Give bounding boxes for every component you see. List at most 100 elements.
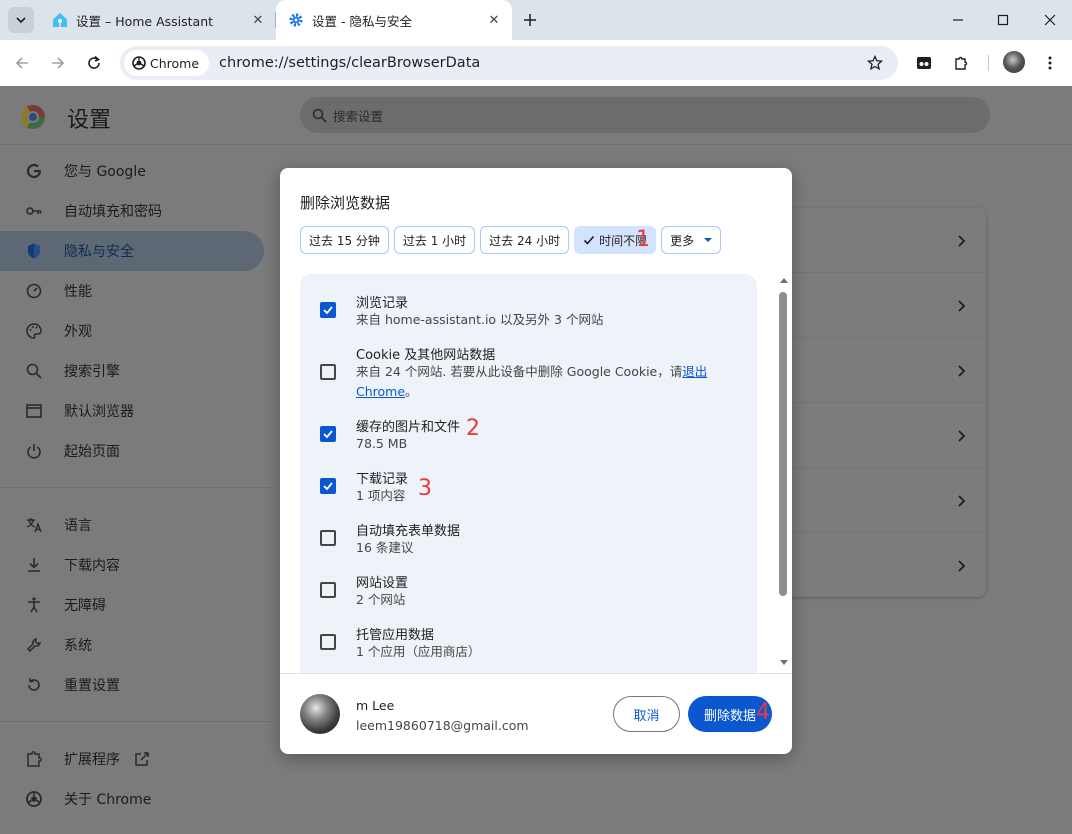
sidebar-divider — [0, 471, 270, 488]
clear-browsing-data-dialog: 删除浏览数据 过去 15 分钟 过去 1 小时 过去 24 小时 时间不限 更多… — [280, 168, 792, 754]
scroll-down-arrow-icon[interactable] — [780, 660, 788, 665]
close-icon[interactable]: ✕ — [250, 12, 266, 28]
key-icon — [24, 201, 44, 221]
sidebar-item-about[interactable]: 关于 Chrome — [0, 779, 270, 819]
sidebar-item-label: 自动填充和密码 — [64, 204, 162, 220]
item-title: 浏览记录 — [356, 296, 409, 311]
scroll-up-arrow-icon[interactable] — [780, 278, 788, 283]
checkbox-unchecked[interactable] — [320, 582, 336, 598]
site-info-chip[interactable]: Chrome — [124, 50, 210, 76]
chevron-right-icon[interactable] — [954, 429, 968, 443]
extension-app-icon — [917, 57, 931, 69]
item-title: 托管应用数据 — [356, 628, 435, 643]
tab-home-assistant[interactable]: 设置 – Home Assistant ✕ — [40, 0, 276, 40]
item-title: 缓存的图片和文件 — [356, 420, 461, 435]
chevron-right-icon[interactable] — [954, 364, 968, 378]
subtitle-suffix: 。 — [405, 384, 418, 399]
home-assistant-icon — [52, 12, 68, 28]
checkbox-unchecked[interactable] — [320, 634, 336, 650]
sidebar-item-google[interactable]: 您与 Google — [0, 151, 270, 191]
settings-header: 设置 搜索设置 — [0, 86, 1072, 144]
media-extension-button[interactable] — [913, 52, 935, 74]
sidebar-item-extensions[interactable]: 扩展程序 — [0, 739, 270, 779]
search-icon — [312, 108, 327, 123]
checkbox-checked[interactable] — [320, 426, 336, 442]
more-label: 更多 — [670, 233, 695, 248]
minimize-button[interactable] — [948, 10, 968, 30]
item-title: 网站设置 — [356, 576, 409, 591]
sidebar-item-autofill[interactable]: 自动填充和密码 — [0, 191, 270, 231]
chevron-right-icon[interactable] — [954, 559, 968, 573]
checkbox-unchecked[interactable] — [320, 530, 336, 546]
browser-toolbar: Chrome chrome://settings/clearBrowserDat… — [0, 40, 1072, 86]
scroll-thumb[interactable] — [779, 292, 787, 596]
cancel-button[interactable]: 取消 — [613, 696, 680, 732]
settings-search-input[interactable]: 搜索设置 — [300, 97, 990, 133]
sidebar-item-reset[interactable]: 重置设置 — [0, 665, 270, 705]
check-icon — [584, 235, 595, 245]
annotation-marker-3: 3 — [418, 476, 432, 501]
sidebar-item-startup[interactable]: 起始页面 — [0, 431, 270, 471]
search-icon — [24, 361, 44, 381]
page-title: 设置 — [67, 108, 112, 133]
range-chip-24hours[interactable]: 过去 24 小时 — [480, 226, 570, 254]
extensions-button[interactable] — [950, 52, 972, 74]
account-avatar — [300, 694, 340, 734]
range-chip-15min[interactable]: 过去 15 分钟 — [300, 226, 389, 254]
chevron-right-icon[interactable] — [954, 234, 968, 248]
address-bar[interactable]: Chrome chrome://settings/clearBrowserDat… — [120, 46, 898, 80]
tab-search-button[interactable] — [8, 7, 34, 33]
forward-button[interactable] — [47, 52, 69, 74]
sidebar-item-label: 隐私与安全 — [64, 244, 134, 260]
sidebar-item-system[interactable]: 系统 — [0, 625, 270, 665]
back-button[interactable] — [11, 52, 33, 74]
list-scrollbar[interactable] — [777, 274, 791, 674]
item-subtitle: 2 个网站 — [356, 592, 406, 607]
annotation-marker-1: 1 — [636, 227, 650, 252]
checkbox-checked[interactable] — [320, 302, 336, 318]
profile-avatar[interactable] — [1003, 51, 1025, 73]
sidebar-item-appearance[interactable]: 外观 — [0, 311, 270, 351]
window-close-button[interactable] — [1040, 10, 1060, 30]
account-email: leem19860718@gmail.com — [356, 718, 529, 733]
sidebar-item-default-browser[interactable]: 默认浏览器 — [0, 391, 270, 431]
browser-menu-button[interactable] — [1039, 52, 1061, 74]
chrome-icon — [132, 56, 146, 70]
accessibility-icon — [24, 595, 44, 615]
close-icon[interactable]: ✕ — [486, 12, 502, 28]
item-subtitle: 1 项内容 — [356, 488, 406, 503]
minimize-icon — [953, 19, 963, 21]
settings-sidebar: 您与 Google 自动填充和密码 隐私与安全 性能 外观 搜索引擎 默认浏览器 — [0, 151, 270, 819]
chevron-right-icon[interactable] — [954, 494, 968, 508]
wrench-icon — [24, 635, 44, 655]
puzzle-icon — [955, 56, 968, 70]
sidebar-item-downloads[interactable]: 下载内容 — [0, 545, 270, 585]
checkbox-unchecked[interactable] — [320, 364, 336, 380]
chevron-down-icon — [16, 17, 26, 24]
sidebar-item-accessibility[interactable]: 无障碍 — [0, 585, 270, 625]
bookmark-star-icon[interactable] — [864, 52, 886, 74]
sidebar-item-privacy[interactable]: 隐私与安全 — [0, 231, 264, 271]
sidebar-item-label: 起始页面 — [64, 444, 120, 460]
sidebar-item-languages[interactable]: 语言 — [0, 505, 270, 545]
range-chip-label: 过去 15 分钟 — [309, 233, 380, 248]
new-tab-button[interactable] — [520, 10, 540, 30]
sidebar-item-label: 系统 — [64, 638, 92, 654]
tab-strip: 设置 – Home Assistant ✕ 设置 - 隐私与安全 ✕ — [0, 0, 1072, 40]
dialog-title: 删除浏览数据 — [300, 194, 391, 212]
maximize-button[interactable] — [993, 10, 1013, 30]
sidebar-item-search-engine[interactable]: 搜索引擎 — [0, 351, 270, 391]
sidebar-item-label: 下载内容 — [64, 558, 120, 574]
range-chip-1hour[interactable]: 过去 1 小时 — [393, 226, 476, 254]
url-text[interactable]: chrome://settings/clearBrowserData — [219, 55, 864, 71]
sidebar-divider — [0, 705, 270, 722]
chevron-right-icon[interactable] — [954, 299, 968, 313]
reload-button[interactable] — [83, 52, 105, 74]
more-vert-icon — [1048, 56, 1052, 70]
range-more-dropdown[interactable]: 更多 — [661, 226, 722, 254]
chrome-logo-icon — [21, 105, 45, 129]
checkbox-checked[interactable] — [320, 478, 336, 494]
tab-settings-privacy[interactable]: 设置 - 隐私与安全 ✕ — [276, 0, 512, 40]
item-title: 下载记录 — [356, 472, 409, 487]
sidebar-item-performance[interactable]: 性能 — [0, 271, 270, 311]
